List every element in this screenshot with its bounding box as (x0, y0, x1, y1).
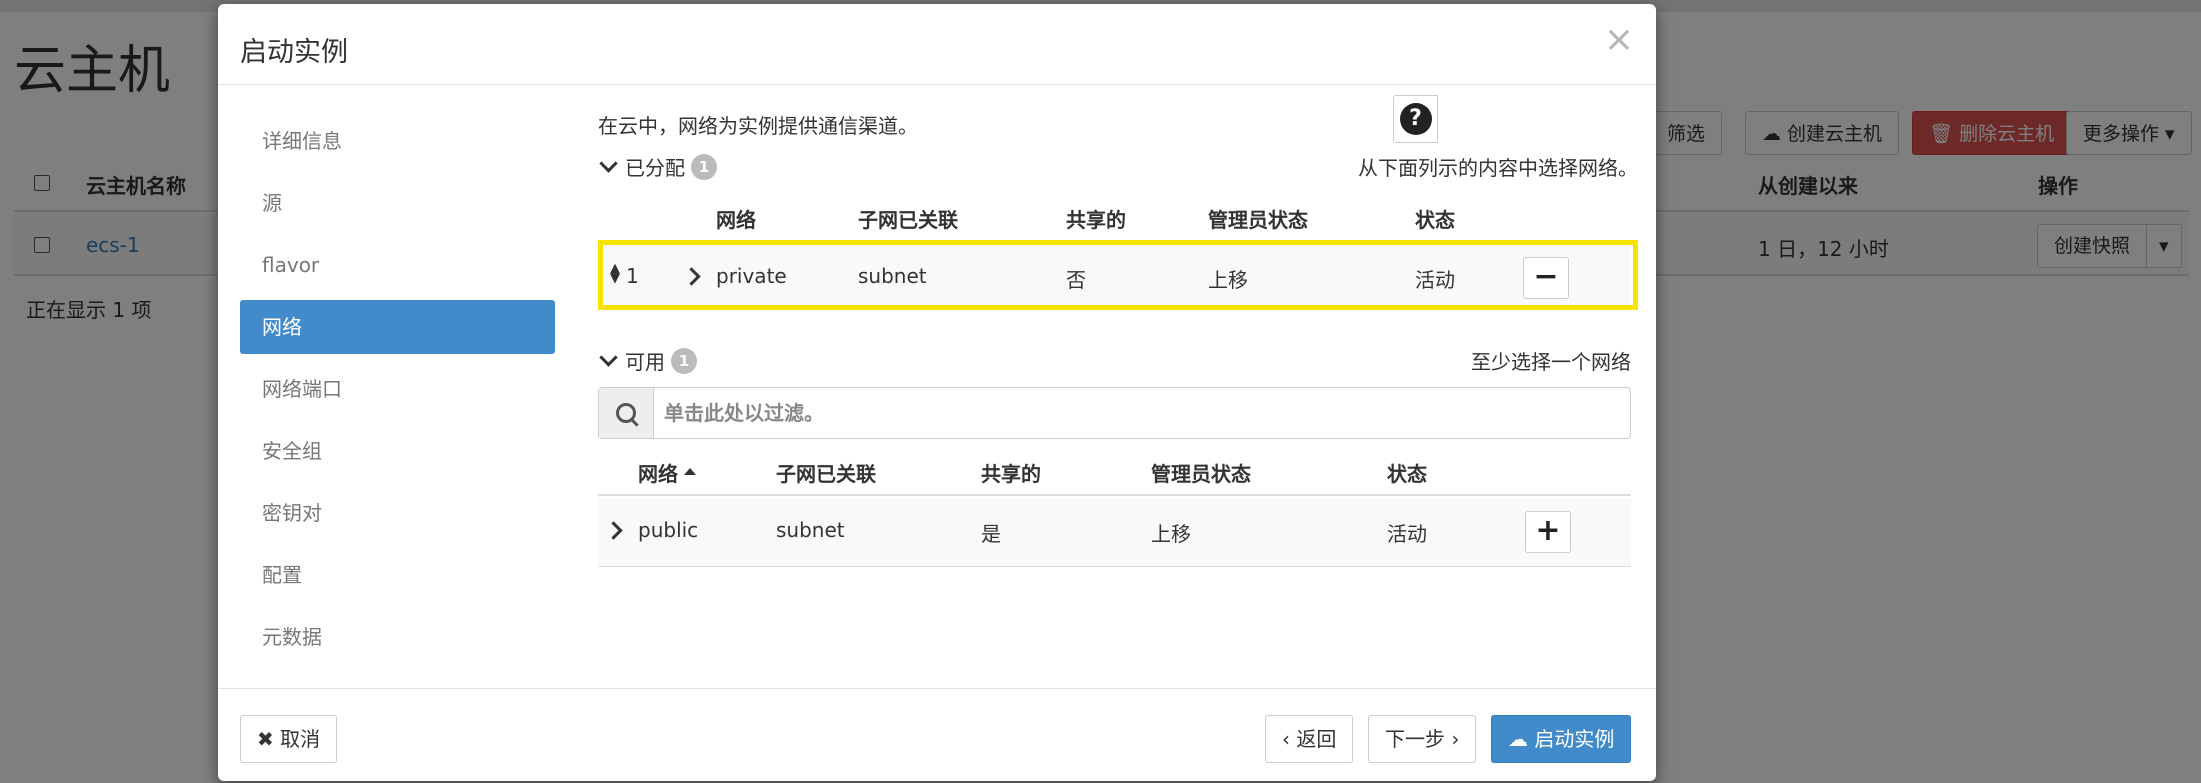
allocated-section-toggle[interactable]: 已分配 1 (598, 152, 717, 181)
networks-intro: 在云中，网络为实例提供通信渠道。 (598, 114, 918, 138)
available-table-row: public subnet 是 上移 活动 + (598, 498, 1631, 567)
nav-item-flavor[interactable]: flavor (240, 238, 555, 292)
chevron-right-icon: › (1451, 727, 1460, 751)
launch-instance-modal: 启动实例 × 详细信息 源 flavor 网络 网络端口 安全组 密钥对 配置 … (218, 4, 1656, 781)
nav-item-key-pair[interactable]: 密钥对 (240, 486, 555, 540)
sort-ascending-icon (684, 468, 696, 475)
allocated-hint: 从下面列示的内容中选择网络。 (1358, 156, 1638, 180)
allocated-title: 已分配 (625, 156, 685, 180)
nav-item-source[interactable]: 源 (240, 176, 555, 230)
close-icon[interactable]: × (1604, 22, 1634, 58)
col-admin-state: 管理员状态 (1208, 208, 1308, 232)
cloud-upload-icon: ☁ (1508, 727, 1528, 751)
next-button[interactable]: 下一步 › (1368, 715, 1477, 763)
col-network-sortable[interactable]: 网络 (638, 458, 696, 487)
filter-input[interactable] (654, 388, 1630, 438)
col-subnet[interactable]: 子网已关联 (776, 458, 876, 487)
available-title: 可用 (625, 350, 665, 374)
available-filter (598, 387, 1631, 439)
chevron-left-icon: ‹ (1282, 727, 1290, 751)
col-admin-state[interactable]: 管理员状态 (1151, 458, 1251, 487)
launch-instance-button[interactable]: ☁ 启动实例 (1491, 715, 1632, 763)
col-shared: 共享的 (1066, 208, 1126, 232)
highlight-box (598, 240, 1638, 310)
modal-footer: ✖ 取消 ‹ 返回 下一步 › ☁ 启动实例 (218, 688, 1656, 782)
status-value: 活动 (1387, 522, 1427, 546)
col-shared[interactable]: 共享的 (981, 458, 1041, 487)
nav-item-metadata[interactable]: 元数据 (240, 610, 555, 664)
networks-panel: 在云中，网络为实例提供通信渠道。 已分配 1 从下面列示的内容中选择网络。 网络… (598, 84, 1638, 684)
search-icon (599, 388, 654, 438)
question-circle-icon: ? (1399, 103, 1432, 135)
col-network: 网络 (716, 208, 756, 232)
available-table-header: 网络 子网已关联 共享的 管理员状态 状态 (598, 446, 1631, 496)
nav-item-configuration[interactable]: 配置 (240, 548, 555, 602)
wizard-nav: 详细信息 源 flavor 网络 网络端口 安全组 密钥对 配置 元数据 (240, 114, 555, 672)
help-button[interactable]: ? (1393, 95, 1438, 143)
modal-header: 启动实例 × (218, 4, 1656, 85)
chevron-down-icon (599, 348, 618, 367)
nav-item-details[interactable]: 详细信息 (240, 114, 555, 168)
col-subnet: 子网已关联 (858, 208, 958, 232)
admin-state-value: 上移 (1151, 522, 1191, 546)
allocated-table-header: 网络 子网已关联 共享的 管理员状态 状态 (598, 192, 1631, 242)
cancel-button[interactable]: ✖ 取消 (240, 715, 338, 763)
subnet-name: subnet (776, 518, 845, 542)
nav-item-security-groups[interactable]: 安全组 (240, 424, 555, 478)
back-button[interactable]: ‹ 返回 (1265, 715, 1354, 763)
available-hint: 至少选择一个网络 (1471, 350, 1631, 374)
col-status[interactable]: 状态 (1387, 458, 1427, 487)
network-name: public (638, 518, 699, 542)
expand-row-icon[interactable] (604, 521, 623, 540)
nav-item-network-ports[interactable]: 网络端口 (240, 362, 555, 416)
chevron-down-icon (599, 154, 618, 173)
available-count-badge: 1 (671, 347, 697, 374)
shared-value: 是 (981, 522, 1001, 546)
nav-item-networks[interactable]: 网络 (240, 300, 555, 354)
col-status: 状态 (1415, 208, 1455, 232)
available-section-toggle[interactable]: 可用 1 (598, 346, 697, 375)
add-network-button[interactable]: + (1525, 511, 1571, 553)
close-icon: ✖ (257, 727, 274, 751)
allocated-count-badge: 1 (691, 153, 717, 180)
modal-title: 启动实例 (240, 37, 348, 68)
